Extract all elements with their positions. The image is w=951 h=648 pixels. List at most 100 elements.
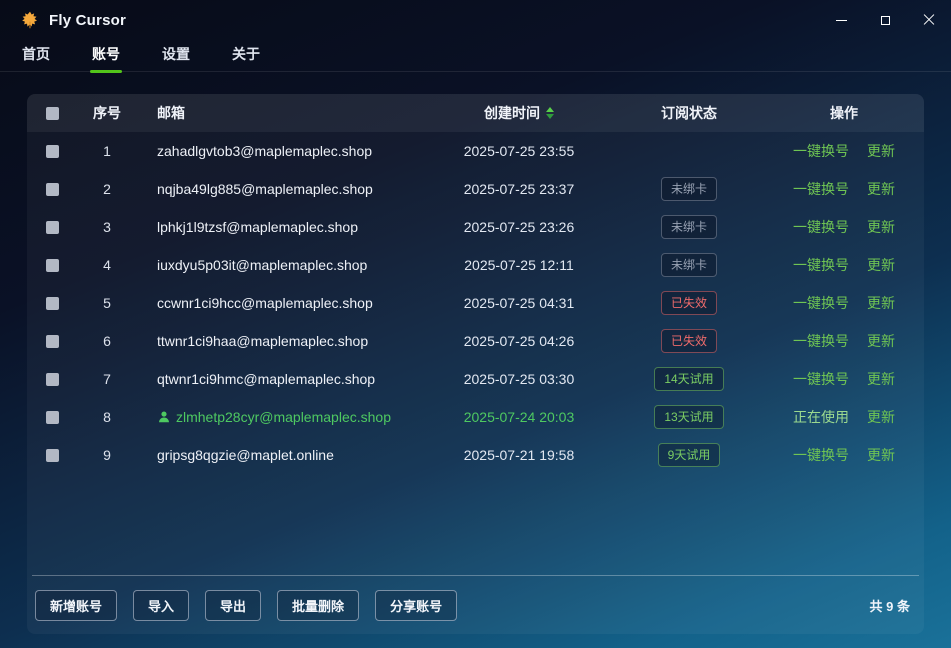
row-created-time: 2025-07-25 23:26 bbox=[424, 219, 614, 235]
update-link[interactable]: 更新 bbox=[867, 407, 895, 427]
row-email: ttwnr1ci9haa@maplemaplec.shop bbox=[137, 333, 424, 349]
row-checkbox[interactable] bbox=[27, 335, 77, 348]
update-link[interactable]: 更新 bbox=[867, 331, 895, 351]
switch-account-link[interactable]: 一键换号 bbox=[793, 179, 849, 199]
header-email: 邮箱 bbox=[137, 103, 424, 123]
row-created-time: 2025-07-25 12:11 bbox=[424, 257, 614, 273]
status-badge: 9天试用 bbox=[658, 443, 721, 467]
row-actions: 一键换号 更新 bbox=[764, 141, 924, 161]
switch-account-link[interactable]: 一键换号 bbox=[793, 217, 849, 237]
row-actions: 一键换号 更新 bbox=[764, 331, 924, 351]
sort-icon[interactable] bbox=[546, 107, 554, 119]
active-user-icon bbox=[157, 410, 171, 424]
row-status: 未绑卡 bbox=[614, 253, 764, 277]
row-checkbox[interactable] bbox=[27, 145, 77, 158]
row-checkbox[interactable] bbox=[27, 183, 77, 196]
row-checkbox[interactable] bbox=[27, 259, 77, 272]
table-row: 4 iuxdyu5p03it@maplemaplec.shop 2025-07-… bbox=[27, 246, 924, 284]
row-actions: 一键换号 更新 bbox=[764, 445, 924, 465]
header-actions: 操作 bbox=[764, 103, 924, 123]
row-email: qtwnr1ci9hmc@maplemaplec.shop bbox=[137, 371, 424, 387]
row-checkbox[interactable] bbox=[27, 221, 77, 234]
row-status: 未绑卡 bbox=[614, 215, 764, 239]
row-checkbox[interactable] bbox=[27, 449, 77, 462]
export-button[interactable]: 导出 bbox=[205, 590, 261, 621]
row-created-time: 2025-07-24 20:03 bbox=[424, 409, 614, 425]
row-checkbox[interactable] bbox=[27, 411, 77, 424]
update-link[interactable]: 更新 bbox=[867, 255, 895, 275]
status-badge: 未绑卡 bbox=[661, 177, 717, 201]
row-created-time: 2025-07-25 04:26 bbox=[424, 333, 614, 349]
update-link[interactable]: 更新 bbox=[867, 179, 895, 199]
row-index: 2 bbox=[77, 181, 137, 197]
share-account-button[interactable]: 分享账号 bbox=[375, 590, 457, 621]
row-email: zlmhetp28cyr@maplemaplec.shop bbox=[137, 409, 424, 425]
row-email: gripsg8qgzie@maplet.online bbox=[137, 447, 424, 463]
tab-settings[interactable]: 设置 bbox=[162, 38, 190, 73]
batch-delete-button[interactable]: 批量删除 bbox=[277, 590, 359, 621]
switch-account-link[interactable]: 一键换号 bbox=[793, 255, 849, 275]
row-status: 9天试用 bbox=[614, 443, 764, 467]
accounts-panel: 序号 邮箱 创建时间 订阅状态 操作 1 zahadlgvtob3@mapl bbox=[27, 94, 924, 634]
import-button[interactable]: 导入 bbox=[133, 590, 189, 621]
row-email: zahadlgvtob3@maplemaplec.shop bbox=[137, 143, 424, 159]
table-row: 9 gripsg8qgzie@maplet.online 2025-07-21 … bbox=[27, 436, 924, 474]
update-link[interactable]: 更新 bbox=[867, 293, 895, 313]
row-actions: 一键换号 更新 bbox=[764, 255, 924, 275]
row-index: 4 bbox=[77, 257, 137, 273]
table-row: 3 lphkj1l9tzsf@maplemaplec.shop 2025-07-… bbox=[27, 208, 924, 246]
switch-account-link[interactable]: 一键换号 bbox=[793, 369, 849, 389]
status-badge: 13天试用 bbox=[654, 405, 723, 429]
in-use-label: 正在使用 bbox=[793, 407, 849, 427]
close-icon[interactable] bbox=[907, 0, 951, 40]
table-row: 8 zlmhetp28cyr@maplemaplec.shop 2025-07-… bbox=[27, 398, 924, 436]
update-link[interactable]: 更新 bbox=[867, 141, 895, 161]
row-status: 14天试用 bbox=[614, 367, 764, 391]
select-all-checkbox[interactable] bbox=[27, 107, 77, 120]
row-index: 6 bbox=[77, 333, 137, 349]
row-actions: 一键换号 更新 bbox=[764, 217, 924, 237]
table-row: 6 ttwnr1ci9haa@maplemaplec.shop 2025-07-… bbox=[27, 322, 924, 360]
tab-home[interactable]: 首页 bbox=[22, 38, 50, 73]
update-link[interactable]: 更新 bbox=[867, 369, 895, 389]
header-status: 订阅状态 bbox=[614, 103, 764, 123]
nav-tabbar: 首页 账号 设置 关于 bbox=[0, 40, 951, 72]
switch-account-link[interactable]: 一键换号 bbox=[793, 293, 849, 313]
table-row: 1 zahadlgvtob3@maplemaplec.shop 2025-07-… bbox=[27, 132, 924, 170]
row-created-time: 2025-07-25 23:55 bbox=[424, 143, 614, 159]
row-status: 未绑卡 bbox=[614, 177, 764, 201]
update-link[interactable]: 更新 bbox=[867, 445, 895, 465]
row-email: nqjba49lg885@maplemaplec.shop bbox=[137, 181, 424, 197]
empty-area bbox=[27, 474, 924, 575]
tab-accounts[interactable]: 账号 bbox=[92, 38, 120, 73]
table-row: 2 nqjba49lg885@maplemaplec.shop 2025-07-… bbox=[27, 170, 924, 208]
row-actions: 一键换号 更新 bbox=[764, 369, 924, 389]
minimize-icon[interactable] bbox=[819, 0, 863, 40]
row-status: 13天试用 bbox=[614, 405, 764, 429]
row-actions: 一键换号 更新 bbox=[764, 179, 924, 199]
row-email: ccwnr1ci9hcc@maplemaplec.shop bbox=[137, 295, 424, 311]
total-count: 共 9 条 bbox=[870, 596, 916, 615]
table-header: 序号 邮箱 创建时间 订阅状态 操作 bbox=[27, 94, 924, 132]
row-index: 9 bbox=[77, 447, 137, 463]
switch-account-link[interactable]: 一键换号 bbox=[793, 445, 849, 465]
status-badge: 14天试用 bbox=[654, 367, 723, 391]
table-row: 7 qtwnr1ci9hmc@maplemaplec.shop 2025-07-… bbox=[27, 360, 924, 398]
row-index: 5 bbox=[77, 295, 137, 311]
row-actions: 一键换号 更新 bbox=[764, 293, 924, 313]
tab-about[interactable]: 关于 bbox=[232, 38, 260, 73]
app-title: Fly Cursor bbox=[49, 12, 126, 29]
maximize-icon[interactable] bbox=[863, 0, 907, 40]
add-account-button[interactable]: 新增账号 bbox=[35, 590, 117, 621]
row-checkbox[interactable] bbox=[27, 297, 77, 310]
switch-account-link[interactable]: 一键换号 bbox=[793, 331, 849, 351]
status-badge: 未绑卡 bbox=[661, 253, 717, 277]
row-checkbox[interactable] bbox=[27, 373, 77, 386]
row-status bbox=[614, 143, 764, 159]
update-link[interactable]: 更新 bbox=[867, 217, 895, 237]
status-badge: 未绑卡 bbox=[661, 215, 717, 239]
title-bar: Fly Cursor bbox=[0, 0, 951, 40]
row-index: 7 bbox=[77, 371, 137, 387]
table-body: 1 zahadlgvtob3@maplemaplec.shop 2025-07-… bbox=[27, 132, 924, 474]
switch-account-link[interactable]: 一键换号 bbox=[793, 141, 849, 161]
